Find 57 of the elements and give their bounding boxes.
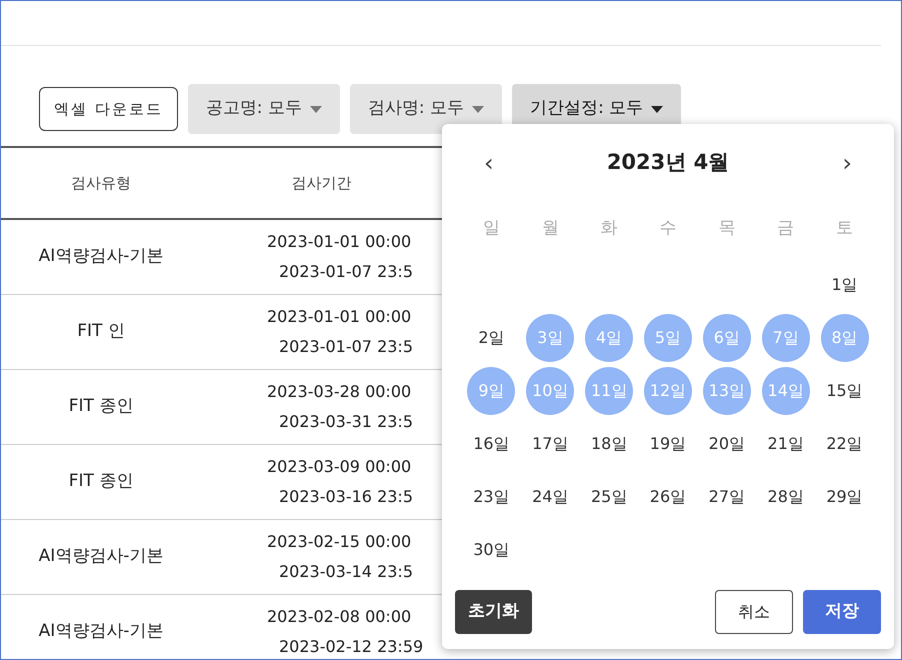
caret-down-icon bbox=[310, 106, 322, 112]
filter-dropdown[interactable]: 공고명: 모두 bbox=[188, 84, 340, 134]
caret-down-icon bbox=[472, 106, 484, 112]
caret-down-icon bbox=[651, 106, 664, 112]
weekday-label: 일 bbox=[482, 217, 501, 240]
calendar-day[interactable]: 29일 bbox=[820, 472, 869, 520]
weekday-label: 화 bbox=[600, 217, 619, 240]
reset-button[interactable]: 초기화 bbox=[455, 590, 532, 634]
calendar-day[interactable]: 1일 bbox=[820, 260, 869, 308]
column-header: 검사유형 bbox=[70, 172, 132, 194]
table-cell-text: 2023-02-08 00:00 bbox=[267, 606, 412, 628]
table-cell-text: 2023-03-09 00:00 bbox=[267, 456, 412, 478]
calendar-day[interactable]: 26일 bbox=[644, 472, 692, 520]
table-cell-text: 2023-02-12 23:59 bbox=[279, 636, 424, 658]
weekday-label: 토 bbox=[835, 217, 854, 240]
calendar-day[interactable]: 27일 bbox=[702, 472, 751, 520]
table-cell-text: 2023-01-07 23:5 bbox=[279, 336, 414, 358]
calendar-day[interactable]: 25일 bbox=[585, 472, 634, 520]
table-cell-text: 2023-03-14 23:5 bbox=[279, 561, 414, 583]
calendar-day[interactable]: 24일 bbox=[526, 472, 574, 520]
previous-month-button[interactable]: ‹ bbox=[484, 145, 494, 181]
calendar-day[interactable]: 23일 bbox=[467, 472, 516, 520]
calendar-day[interactable]: 30일 bbox=[467, 526, 516, 574]
table-cell-text: AI역량검사-기본 bbox=[38, 620, 164, 644]
table-cell-text: FIT 종인 bbox=[68, 470, 134, 494]
excel-download-button[interactable]: 엑셀 다운로드 bbox=[39, 87, 178, 131]
calendar-day[interactable]: 22일 bbox=[820, 420, 869, 468]
weekday-label: 금 bbox=[776, 217, 796, 240]
calendar-day[interactable]: 20일 bbox=[702, 420, 751, 468]
table-cell-text: AI역량검사-기본 bbox=[38, 545, 164, 568]
weekday-label: 목 bbox=[717, 217, 736, 240]
weekday-label: 수 bbox=[658, 217, 678, 240]
table-cell-text: 2023-01-01 00:00 bbox=[267, 306, 412, 328]
save-button[interactable]: 저장 bbox=[803, 590, 881, 634]
calendar-day[interactable]: 2일 bbox=[467, 314, 516, 362]
weekday-label: 월 bbox=[540, 217, 560, 240]
table-cell-text: 2023-01-01 00:00 bbox=[267, 231, 412, 253]
table-cell-text: 2023-03-28 00:00 bbox=[267, 381, 412, 403]
table-cell-text: AI역량검사-기본 bbox=[38, 245, 164, 268]
table-cell-text: 2023-03-31 23:5 bbox=[279, 411, 414, 433]
calendar-day[interactable]: 28일 bbox=[762, 472, 810, 520]
filter-dropdown[interactable]: 검사명: 모두 bbox=[350, 84, 502, 134]
table-cell-text: FIT 인 bbox=[76, 320, 126, 344]
calendar-day[interactable]: 16일 bbox=[467, 420, 516, 468]
calendar-day[interactable]: 18일 bbox=[585, 420, 634, 468]
cancel-button[interactable]: 취소 bbox=[715, 590, 793, 634]
column-header: 검사기간 bbox=[290, 172, 352, 194]
table-cell-text: 2023-03-16 23:5 bbox=[279, 486, 414, 508]
calendar-day[interactable]: 17일 bbox=[526, 420, 574, 468]
next-month-button[interactable]: › bbox=[842, 145, 852, 181]
table-cell-text: FIT 종인 bbox=[68, 395, 134, 418]
calendar-day[interactable]: 19일 bbox=[644, 420, 692, 468]
calendar-day[interactable]: 21일 bbox=[762, 420, 810, 468]
table-cell-text: 2023-02-15 00:00 bbox=[267, 531, 412, 553]
calendar-day[interactable]: 15일 bbox=[820, 366, 869, 414]
calendar-title: 2023년 4월 bbox=[606, 149, 730, 176]
table-cell-text: 2023-01-07 23:5 bbox=[279, 261, 414, 283]
